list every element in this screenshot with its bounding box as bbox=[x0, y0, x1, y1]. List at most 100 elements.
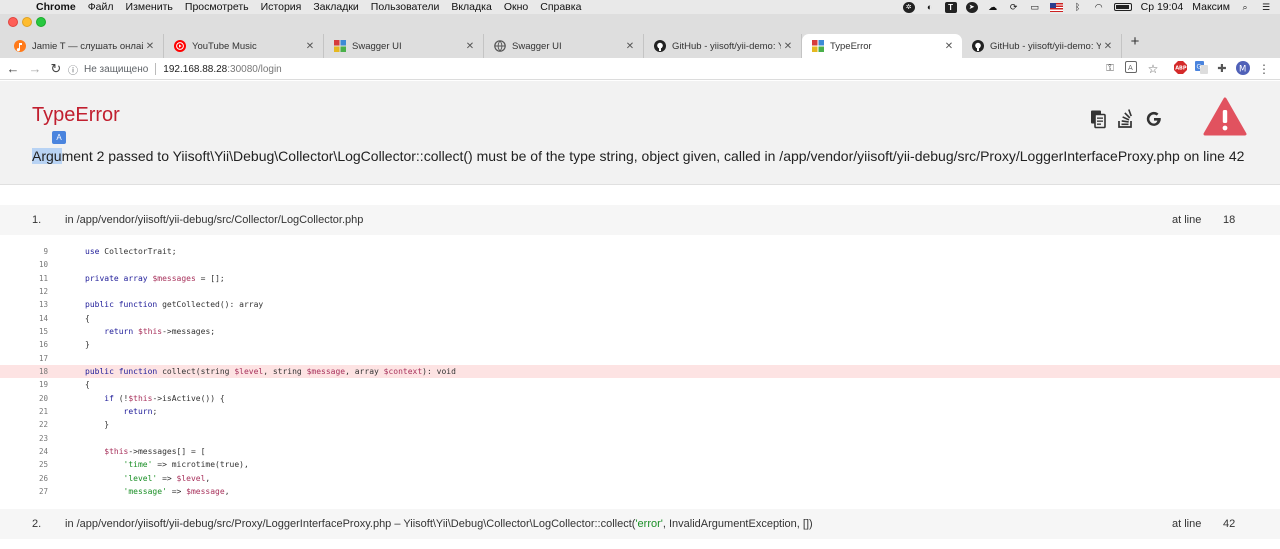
tab-title: GitHub - yiisoft/yii-demo: Yii 3 bbox=[990, 40, 1101, 52]
frame-number: 1. bbox=[32, 214, 42, 226]
tab-swagger-ui-2[interactable]: Swagger UI ✕ bbox=[484, 34, 644, 58]
music-note-icon bbox=[14, 40, 26, 52]
google-translate-extension-icon[interactable]: G bbox=[1194, 61, 1208, 77]
url-host[interactable]: 192.168.88.28 bbox=[163, 64, 227, 75]
code-line: 12 bbox=[38, 286, 48, 296]
menu-view[interactable]: Просмотреть bbox=[185, 0, 249, 14]
minimize-window-button[interactable] bbox=[22, 17, 32, 27]
back-arrow-icon[interactable]: ← bbox=[4, 60, 22, 78]
wifi-icon[interactable]: ◠ bbox=[1093, 2, 1105, 13]
stack-frame-2-header[interactable]: 2. in /app/vendor/yiisoft/yii-debug/src/… bbox=[0, 509, 1280, 539]
menubar-user[interactable]: Максим bbox=[1192, 0, 1230, 14]
stack-overflow-icon[interactable] bbox=[1116, 109, 1136, 129]
cloud-icon[interactable]: ☁ bbox=[987, 2, 999, 13]
tab-close-icon[interactable]: ✕ bbox=[781, 41, 795, 52]
tab-title: TypeError bbox=[830, 40, 872, 52]
close-window-button[interactable] bbox=[8, 17, 18, 27]
tab-close-icon[interactable]: ✕ bbox=[623, 41, 637, 52]
address-bar[interactable]: ⓘ Не защищено 192.168.88.28 :30080/login bbox=[68, 59, 1168, 79]
us-flag-input-icon[interactable] bbox=[1049, 2, 1063, 12]
tab-close-icon[interactable]: ✕ bbox=[463, 41, 477, 52]
error-title: TypeError bbox=[32, 104, 120, 126]
tab-close-icon[interactable]: ✕ bbox=[1101, 41, 1115, 52]
code-line: 15 return $this->messages; bbox=[38, 326, 216, 336]
menu-tab[interactable]: Вкладка bbox=[451, 0, 491, 14]
battery-icon[interactable] bbox=[1113, 3, 1132, 11]
code-line: 25 'time' => microtime(true), bbox=[38, 460, 249, 470]
tab-youtube-music[interactable]: YouTube Music ✕ bbox=[164, 34, 324, 58]
translate-popup-icon[interactable]: A bbox=[52, 131, 66, 144]
code-line: 26 'level' => $level, bbox=[38, 473, 211, 483]
google-search-icon[interactable] bbox=[1144, 109, 1164, 129]
code-line: 21 return; bbox=[38, 406, 158, 416]
frame-file: in /app/vendor/yiisoft/yii-debug/src/Col… bbox=[65, 214, 364, 226]
tab-title: Swagger UI bbox=[352, 40, 402, 52]
tab-github-yii-demo-1[interactable]: GitHub - yiisoft/yii-demo: Yii 3 ✕ bbox=[644, 34, 802, 58]
window-titlebar bbox=[0, 14, 1280, 30]
tab-title: Jamie T — слушать онлайн на bbox=[32, 40, 143, 52]
pinwheel-icon[interactable]: ✲ bbox=[902, 1, 915, 13]
zoom-window-button[interactable] bbox=[36, 17, 46, 27]
tab-github-yii-demo-2[interactable]: GitHub - yiisoft/yii-demo: Yii 3 ✕ bbox=[962, 34, 1122, 58]
security-label[interactable]: Не защищено bbox=[84, 64, 148, 75]
url-path[interactable]: :30080/login bbox=[227, 64, 282, 75]
tab-swagger-ui-1[interactable]: Swagger UI ✕ bbox=[324, 34, 484, 58]
code-line: 11 private array $messages = []; bbox=[38, 273, 225, 283]
code-line: 13 public function getCollected(): array bbox=[38, 300, 264, 310]
notification-center-icon[interactable]: ☰ bbox=[1260, 2, 1272, 13]
menubar-clock[interactable]: Ср 19:04 bbox=[1141, 0, 1184, 14]
spotlight-search-icon[interactable]: ⌕ bbox=[1239, 2, 1251, 13]
telegram-icon[interactable]: ➤ bbox=[965, 1, 978, 13]
tab-close-icon[interactable]: ✕ bbox=[143, 41, 157, 52]
code-line: 9 use CollectorTrait; bbox=[43, 247, 177, 256]
menu-help[interactable]: Справка bbox=[540, 0, 581, 14]
warning-info-icon[interactable]: ⓘ bbox=[68, 62, 78, 77]
menu-file[interactable]: Файл bbox=[88, 0, 114, 14]
copy-stacktrace-icon[interactable] bbox=[1088, 109, 1108, 129]
menu-chrome[interactable]: Chrome bbox=[36, 0, 76, 14]
error-message-text: ment 2 passed to Yiisoft\Yii\Debug\Colle… bbox=[61, 148, 1245, 164]
tab-jamie-t[interactable]: Jamie T — слушать онлайн на ✕ bbox=[4, 34, 164, 58]
code-line: 22 } bbox=[38, 420, 110, 430]
frame-at-line-label: at line bbox=[1172, 518, 1202, 530]
translate-icon[interactable]: A bbox=[1124, 61, 1138, 77]
menu-bookmarks[interactable]: Закладки bbox=[313, 0, 358, 14]
forward-arrow-icon[interactable]: → bbox=[26, 60, 44, 78]
menu-profiles[interactable]: Пользователи bbox=[371, 0, 440, 14]
tab-title: YouTube Music bbox=[192, 40, 257, 52]
code-line: 19{ bbox=[38, 380, 90, 390]
code-line: 20 if (!$this->isActive()) { bbox=[38, 393, 225, 403]
tray-t-icon[interactable]: T bbox=[944, 1, 957, 13]
new-tab-button[interactable]: + bbox=[1127, 34, 1143, 50]
bluetooth-icon[interactable]: ᛒ bbox=[1072, 2, 1084, 13]
tab-typeerror[interactable]: TypeError ✕ bbox=[802, 34, 962, 58]
cast-icon[interactable]: ▭ bbox=[1029, 2, 1041, 13]
code-line: 17 bbox=[38, 353, 48, 363]
svg-text:A: A bbox=[1128, 64, 1133, 72]
tab-title: GitHub - yiisoft/yii-demo: Yii 3 bbox=[672, 40, 781, 52]
sync-icon[interactable]: ⟳ bbox=[1008, 2, 1020, 13]
menu-window[interactable]: Окно bbox=[504, 0, 528, 14]
code-snippet: 9 use CollectorTrait; 10 11 private array … bbox=[0, 245, 1280, 499]
frame-line-number: 42 bbox=[1223, 518, 1236, 530]
extensions-puzzle-icon[interactable]: ✚ bbox=[1215, 61, 1229, 77]
key-icon[interactable]: ⚿ bbox=[1103, 61, 1117, 77]
stack-frame-1-header[interactable]: 1. in /app/vendor/yiisoft/yii-debug/src/… bbox=[0, 205, 1280, 235]
browser-toolbar: ← → ↻ ⓘ Не защищено 192.168.88.28 :30080… bbox=[0, 58, 1280, 80]
reload-icon[interactable]: ↻ bbox=[47, 60, 65, 78]
bookmark-star-icon[interactable]: ☆ bbox=[1146, 61, 1160, 77]
profile-avatar[interactable]: M bbox=[1236, 61, 1250, 77]
menubar-status-area: ✲ ◐ T ➤ ☁ ⟳ ▭ ᛒ ◠ Ср 19:04 Максим ⌕ ☰ bbox=[902, 0, 1272, 14]
tab-close-icon[interactable]: ✕ bbox=[303, 41, 317, 52]
browser-menu-icon[interactable]: ⋮ bbox=[1258, 61, 1270, 77]
warning-triangle-icon bbox=[1203, 97, 1247, 137]
address-separator bbox=[155, 63, 157, 75]
code-line: 10 bbox=[38, 260, 48, 270]
adblock-icon[interactable]: ABP bbox=[1173, 61, 1187, 77]
menu-edit[interactable]: Изменить bbox=[126, 0, 173, 14]
tab-close-icon[interactable]: ✕ bbox=[942, 41, 956, 52]
code-line: 24 $this->messages[] = [ bbox=[38, 446, 206, 456]
swagger-icon bbox=[334, 40, 346, 52]
menu-history[interactable]: История bbox=[261, 0, 302, 14]
steam-icon[interactable]: ◐ bbox=[924, 2, 936, 13]
